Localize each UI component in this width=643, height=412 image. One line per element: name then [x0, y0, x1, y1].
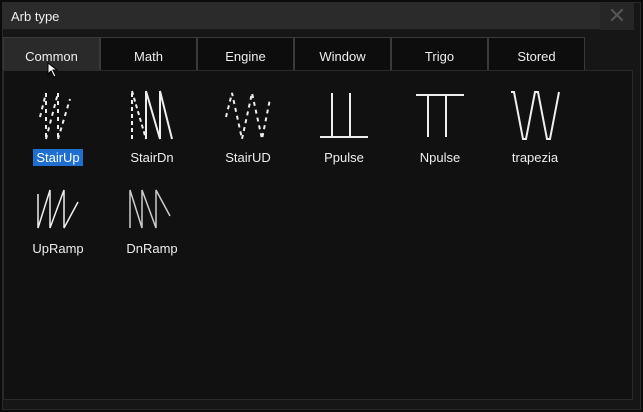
stair-up-wave-icon — [32, 89, 84, 141]
waveform-ppulse[interactable]: Ppulse — [304, 89, 384, 167]
dialog-title: Arb type — [11, 9, 59, 24]
item-label: Ppulse — [321, 149, 367, 166]
stair-down-wave-icon — [126, 89, 178, 141]
waveform-stairdn[interactable]: StairDn — [112, 89, 192, 167]
waveform-stairud[interactable]: StairUD — [208, 89, 288, 167]
down-ramp-icon — [126, 188, 178, 232]
tab-bar: Common Math Engine Window Trigo Stored — [3, 37, 585, 70]
stair-up-down-wave-icon — [222, 89, 274, 141]
title-bar: Arb type ✕ — [3, 3, 634, 30]
positive-pulse-icon — [318, 89, 370, 141]
close-button[interactable]: ✕ — [600, 3, 634, 30]
tab-window[interactable]: Window — [294, 37, 391, 70]
tab-trigo[interactable]: Trigo — [391, 37, 488, 70]
negative-pulse-icon — [414, 89, 466, 141]
tab-stored[interactable]: Stored — [488, 37, 585, 70]
item-label: StairUp — [33, 149, 82, 166]
waveform-npulse[interactable]: Npulse — [400, 89, 480, 167]
waveform-dnramp[interactable]: DnRamp — [112, 188, 192, 258]
waveform-stairup[interactable]: StairUp — [18, 89, 98, 167]
item-label: trapezia — [509, 149, 561, 166]
mouse-cursor-icon — [47, 62, 61, 78]
waveform-upramp[interactable]: UpRamp — [18, 188, 98, 258]
trapezia-wave-icon — [509, 89, 561, 141]
tab-math[interactable]: Math — [100, 37, 197, 70]
waveform-trapezia[interactable]: trapezia — [495, 89, 575, 167]
item-label: StairDn — [127, 149, 176, 166]
item-label: UpRamp — [29, 240, 86, 257]
item-label: DnRamp — [123, 240, 180, 257]
tab-engine[interactable]: Engine — [197, 37, 294, 70]
item-label: StairUD — [222, 149, 274, 166]
item-label: Npulse — [417, 149, 463, 166]
up-ramp-icon — [32, 188, 84, 232]
